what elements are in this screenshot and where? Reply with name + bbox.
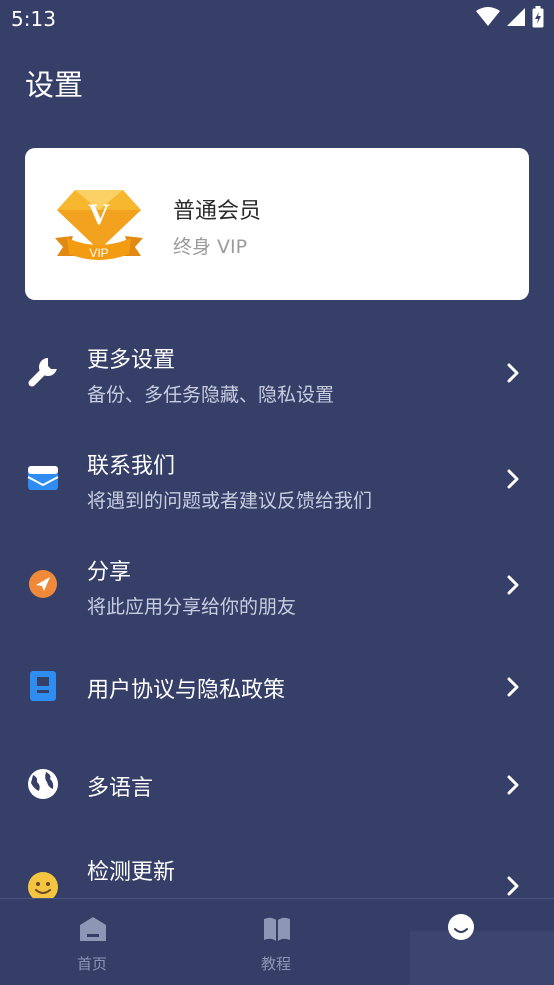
mail-icon [26,461,60,495]
menu-title: 更多设置 [87,348,176,373]
menu-title: 多语言 [87,776,154,801]
nav-tab-tutorial[interactable]: 教程 [184,899,368,985]
menu-item-contact-us[interactable]: 联系我们 将遇到的问题或者建议反馈给我们 [0,436,554,526]
nav-label-tutorial: 教程 [260,955,291,973]
menu-item-more-settings[interactable]: 更多设置 备份、多任务隐藏、隐私设置 [0,330,554,420]
vip-title: 普通会员 [173,199,262,224]
vip-subtitle: 终身 VIP [173,236,248,258]
vip-badge-letter: V [88,198,110,231]
chevron-right-icon [507,876,519,896]
wifi-icon [476,7,500,26]
status-time: 5:13 [11,7,56,31]
menu-subtitle: 备份、多任务隐藏、隐私设置 [87,384,335,406]
chevron-right-icon [507,677,519,697]
menu-item-share[interactable]: 分享 将此应用分享给你的朋友 [0,542,554,632]
wrench-icon [26,355,60,389]
bottom-nav: 首页 教程 [0,898,554,985]
vip-card[interactable]: V VIP 普通会员 终身 VIP [25,148,529,300]
nav-tab-home[interactable]: 首页 [0,899,184,985]
menu-title: 用户协议与隐私政策 [87,678,286,703]
page-title: 设置 [25,68,84,102]
menu-item-check-update[interactable]: 检测更新 [0,846,554,902]
nav-label-home: 首页 [76,955,107,973]
menu-title: 检测更新 [87,860,176,885]
document-icon [26,669,60,703]
home-icon [80,917,106,941]
smile-face-icon [448,914,474,940]
menu-subtitle: 将遇到的问题或者建议反馈给我们 [87,490,373,512]
globe-icon [26,767,60,801]
status-bar: 5:13 [0,0,554,38]
book-icon [264,917,290,941]
menu-item-user-agreement[interactable]: 用户协议与隐私政策 [0,648,554,724]
chevron-right-icon [507,363,519,383]
chevron-right-icon [507,575,519,595]
signal-icon [507,8,525,26]
menu-title: 分享 [87,560,132,585]
chevron-right-icon [507,469,519,489]
nav-tab-mine[interactable] [368,899,552,985]
chevron-right-icon [507,775,519,795]
menu-subtitle: 将此应用分享给你的朋友 [87,596,297,618]
menu-title: 联系我们 [87,454,176,479]
battery-icon [532,6,544,28]
status-icons [476,6,544,28]
vip-badge-text: VIP [89,246,108,260]
vip-badge-icon: V VIP [55,190,143,260]
menu-item-language[interactable]: 多语言 [0,746,554,822]
share-icon [26,567,60,601]
